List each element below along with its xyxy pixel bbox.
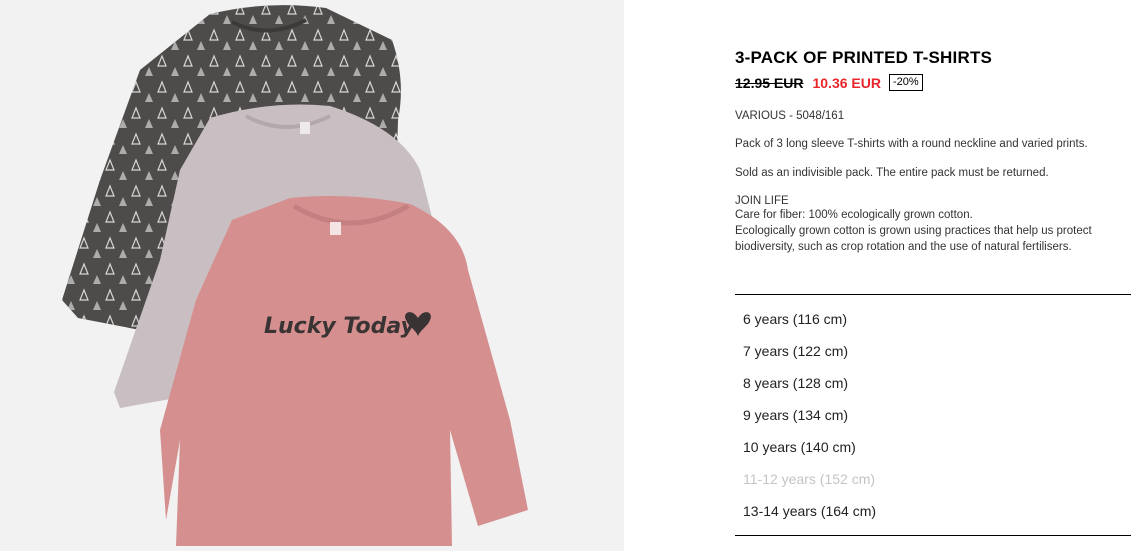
discount-badge: -20% <box>888 74 923 91</box>
sale-price: 10.36 EUR <box>812 74 881 91</box>
old-price: 12.95 EUR <box>735 74 804 91</box>
size-selector: 6 years (116 cm) 7 years (122 cm) 8 year… <box>743 303 1123 527</box>
size-list-top-divider <box>735 294 1131 295</box>
join-life-title: JOIN LIFE <box>735 195 789 207</box>
size-option-10y[interactable]: 10 years (140 cm) <box>743 431 1123 463</box>
product-info: 3-PACK OF PRINTED T-SHIRTS 12.95 EUR 10.… <box>735 48 1131 255</box>
print-text: Lucky Today <box>264 314 417 339</box>
join-life-description: Ecologically grown cotton is grown using… <box>735 225 1092 253</box>
size-option-11-12y: 11-12 years (152 cm) <box>743 471 876 487</box>
size-option-8y[interactable]: 8 years (128 cm) <box>743 367 1123 399</box>
size-option-9y[interactable]: 9 years (134 cm) <box>743 399 1123 431</box>
size-option-13-14y[interactable]: 13-14 years (164 cm) <box>743 495 1123 527</box>
price-row: 12.95 EUR 10.36 EUR -20% <box>735 74 1131 91</box>
product-image[interactable]: Lucky Today <box>0 0 624 551</box>
product-description: Pack of 3 long sleeve T-shirts with a ro… <box>735 138 1088 150</box>
product-reference: VARIOUS - 5048/161 <box>735 110 845 122</box>
size-option-7y[interactable]: 7 years (122 cm) <box>743 335 1123 367</box>
pack-note: Sold as an indivisible pack. The entire … <box>735 167 1049 179</box>
join-life-fiber: Care for fiber: 100% ecologically grown … <box>735 209 973 221</box>
size-list-bottom-divider <box>735 535 1131 536</box>
product-photo: Lucky Today <box>62 5 528 546</box>
size-option-6y[interactable]: 6 years (116 cm) <box>743 303 1123 335</box>
product-title: 3-PACK OF PRINTED T-SHIRTS <box>735 48 993 67</box>
